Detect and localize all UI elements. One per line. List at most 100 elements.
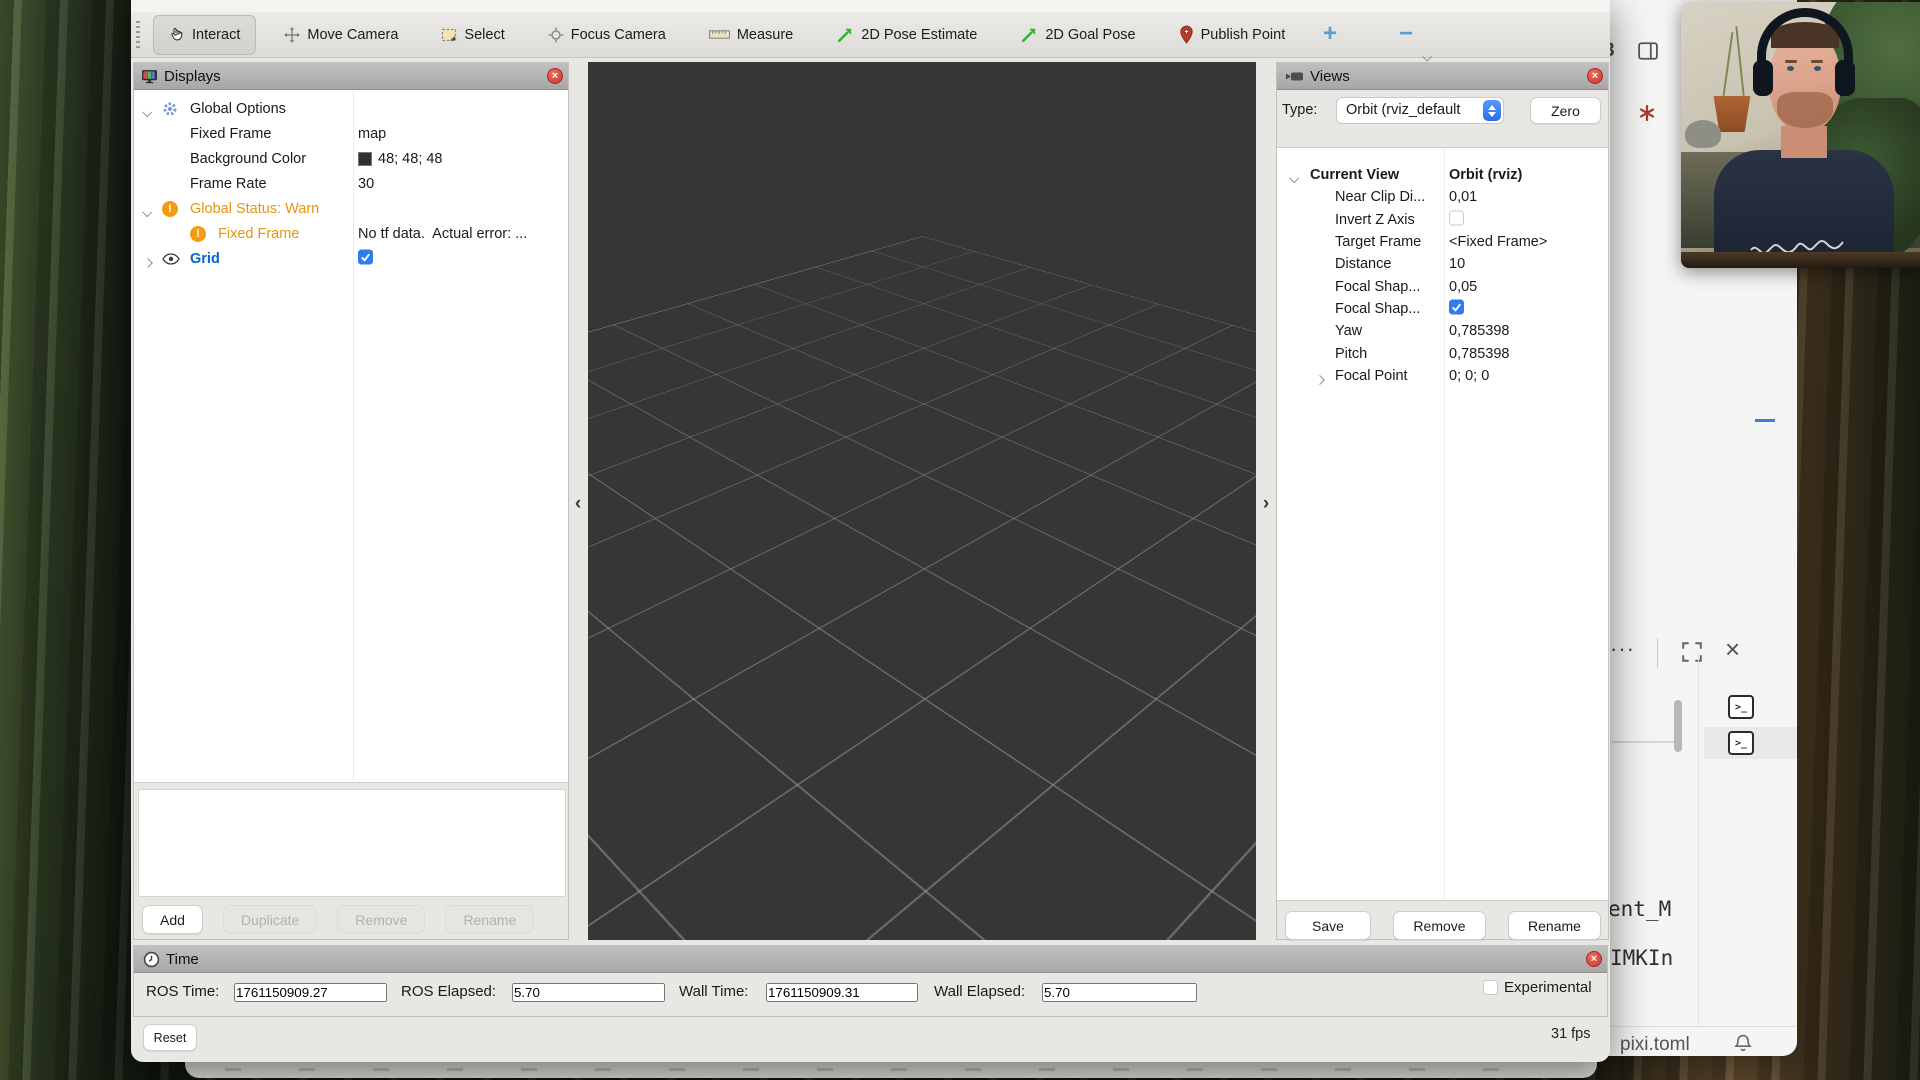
- statusbar-filename[interactable]: pixi.toml: [1620, 1034, 1690, 1056]
- views-tree-row[interactable]: Yaw0,785398: [1277, 320, 1608, 342]
- remove-button: Remove: [337, 905, 425, 934]
- row-value[interactable]: No tf data. Actual error: ...: [358, 226, 527, 242]
- displays-tree-row[interactable]: !Global Status: Warn: [134, 196, 568, 221]
- eye-icon: [162, 253, 180, 265]
- select-stepper-icon[interactable]: [1483, 100, 1501, 121]
- remove-view-button[interactable]: Remove: [1393, 911, 1486, 940]
- row-value[interactable]: 0,01: [1449, 189, 1477, 205]
- row-value[interactable]: 0,785398: [1449, 346, 1509, 362]
- add-tool-button[interactable]: +: [1323, 20, 1337, 48]
- views-tree-row[interactable]: Current ViewOrbit (rviz): [1277, 164, 1608, 186]
- row-value[interactable]: <Fixed Frame>: [1449, 234, 1547, 250]
- window-split-icon[interactable]: [1638, 42, 1658, 65]
- ros-elapsed-input[interactable]: [512, 983, 665, 1002]
- row-label: Global Options: [190, 101, 286, 117]
- hand-icon: [169, 26, 185, 43]
- view-type-row: Type: Orbit (rviz_default Zero: [1277, 96, 1608, 126]
- experimental-checkbox[interactable]: [1483, 980, 1498, 995]
- scrollbar-thumb[interactable]: [1674, 700, 1682, 752]
- experimental-toggle[interactable]: Experimental: [1483, 979, 1592, 996]
- views-tree-row[interactable]: Focal Point0; 0; 0: [1277, 365, 1608, 387]
- views-close-icon[interactable]: ×: [1587, 68, 1603, 84]
- views-panel-header[interactable]: Views ×: [1277, 63, 1608, 90]
- expander-right-icon[interactable]: [1315, 371, 1324, 380]
- editor-underline: [1612, 741, 1674, 743]
- row-value[interactable]: 0,05: [1449, 279, 1477, 295]
- tool-2d-goal-pose[interactable]: 2D Goal Pose: [1005, 15, 1150, 55]
- displays-description-pane: [138, 789, 566, 897]
- displays-tree-row[interactable]: Frame Rate30: [134, 171, 568, 196]
- property-checkbox[interactable]: [1449, 210, 1464, 229]
- gear-icon: [162, 101, 178, 117]
- views-tree-row[interactable]: Near Clip Di...0,01: [1277, 186, 1608, 208]
- wall-time-input[interactable]: [766, 983, 918, 1002]
- displays-tree-row[interactable]: !Fixed FrameNo tf data. Actual error: ..…: [134, 221, 568, 246]
- displays-tree-row[interactable]: Global Options: [134, 96, 568, 121]
- rename-view-button[interactable]: Rename: [1508, 911, 1601, 940]
- tool-focus-camera[interactable]: Focus Camera: [533, 15, 681, 55]
- tool-publish-point[interactable]: Publish Point: [1164, 15, 1301, 55]
- collapse-left-panel-button[interactable]: ‹: [570, 492, 586, 516]
- toolbar-divider: [1657, 638, 1658, 668]
- displays-panel-header[interactable]: Displays ×: [134, 63, 568, 90]
- expander-down-icon[interactable]: [143, 204, 152, 213]
- views-tree-row[interactable]: Focal Shap...0,05: [1277, 275, 1608, 297]
- view-type-select[interactable]: Orbit (rviz_default: [1336, 97, 1504, 124]
- row-value[interactable]: [1449, 210, 1464, 229]
- person-beard: [1777, 92, 1833, 128]
- expander-down-icon[interactable]: [1290, 171, 1299, 180]
- zero-button[interactable]: Zero: [1530, 97, 1601, 124]
- views-tree-row[interactable]: Pitch0,785398: [1277, 342, 1608, 364]
- displays-tree-row[interactable]: Background Color48; 48; 48: [134, 146, 568, 171]
- tool-2d-pose-estimate[interactable]: 2D Pose Estimate: [821, 15, 992, 55]
- row-value[interactable]: Orbit (rviz): [1449, 167, 1522, 183]
- time-panel-header[interactable]: Time ×: [134, 946, 1607, 973]
- render-viewport[interactable]: [588, 62, 1256, 940]
- ros-time-input[interactable]: [234, 983, 387, 1002]
- views-tree-row[interactable]: Distance10: [1277, 253, 1608, 275]
- terminal-icon[interactable]: >_: [1728, 731, 1754, 755]
- row-value[interactable]: 0; 0; 0: [1449, 368, 1489, 384]
- views-tree-row[interactable]: Target Frame<Fixed Frame>: [1277, 231, 1608, 253]
- tool-label: Measure: [737, 27, 793, 43]
- row-value[interactable]: 48; 48; 48: [358, 151, 443, 167]
- displays-close-icon[interactable]: ×: [547, 68, 563, 84]
- wall-elapsed-input[interactable]: [1042, 983, 1197, 1002]
- row-value[interactable]: map: [358, 126, 386, 142]
- enabled-checkbox[interactable]: [358, 249, 373, 268]
- close-icon[interactable]: ×: [1725, 634, 1740, 665]
- displays-tree-row[interactable]: Grid: [134, 246, 568, 271]
- tool-measure[interactable]: Measure: [694, 15, 808, 55]
- panel-divider: [1698, 652, 1699, 1026]
- tool-move-camera[interactable]: Move Camera: [269, 15, 413, 55]
- maximize-icon[interactable]: [1681, 641, 1703, 668]
- displays-tree-row[interactable]: Fixed Framemap: [134, 121, 568, 146]
- more-actions-icon[interactable]: ···: [1610, 636, 1635, 662]
- reset-button[interactable]: Reset: [143, 1024, 197, 1051]
- property-checkbox[interactable]: [1449, 299, 1464, 318]
- time-close-icon[interactable]: ×: [1586, 951, 1602, 967]
- row-value[interactable]: [358, 249, 373, 268]
- views-tree-row[interactable]: Invert Z Axis: [1277, 209, 1608, 231]
- tool-label: Publish Point: [1201, 27, 1286, 43]
- tool-interact[interactable]: Interact: [153, 15, 256, 55]
- time-fields: Experimental ROS Time:ROS Elapsed:Wall T…: [134, 973, 1607, 1018]
- bell-icon[interactable]: [1733, 1033, 1753, 1058]
- expander-right-icon[interactable]: [143, 254, 152, 263]
- row-value[interactable]: 0,785398: [1449, 323, 1509, 339]
- remove-tool-button[interactable]: −: [1399, 20, 1413, 48]
- expander-down-icon[interactable]: [143, 104, 152, 113]
- editor-statusbar: pixi.toml: [1592, 1026, 1797, 1056]
- terminal-icon[interactable]: >_: [1728, 695, 1754, 719]
- row-value[interactable]: 10: [1449, 256, 1465, 272]
- row-value[interactable]: 30: [358, 176, 374, 192]
- displays-panel: Displays × Global Options Fixed FramemapB…: [133, 62, 569, 940]
- displays-panel-title: Displays: [164, 68, 221, 85]
- add-button[interactable]: Add: [142, 905, 203, 934]
- collapse-right-panel-button[interactable]: ›: [1258, 492, 1274, 516]
- tool-select[interactable]: Select: [426, 15, 519, 55]
- green-arrow-icon: [1020, 26, 1038, 44]
- save-view-button[interactable]: Save: [1285, 911, 1371, 940]
- views-tree-row[interactable]: Focal Shap...: [1277, 298, 1608, 320]
- row-value[interactable]: [1449, 299, 1464, 318]
